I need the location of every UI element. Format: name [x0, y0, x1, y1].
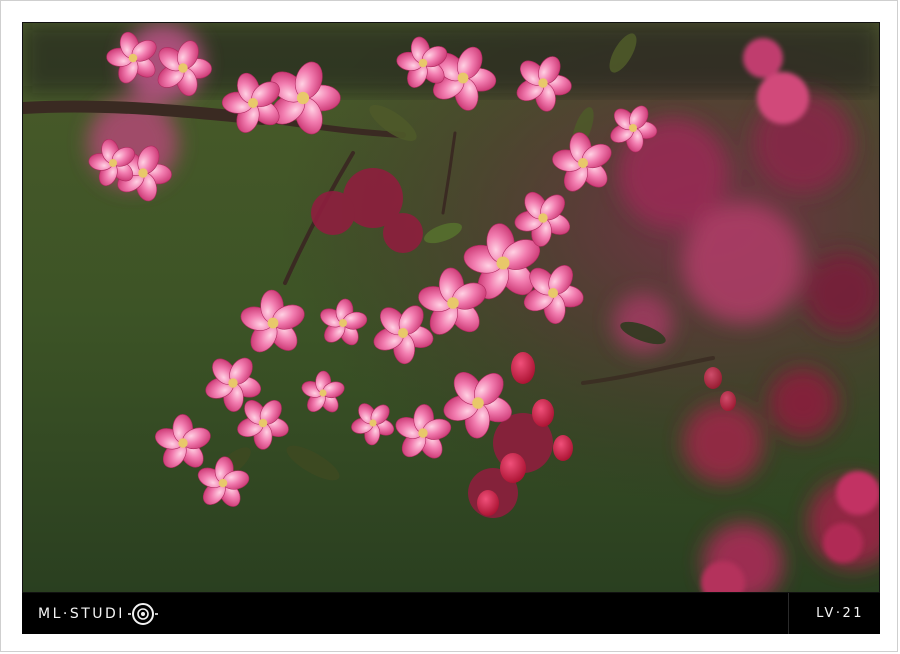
footer-bar: ML·STUDI LV·21 — [22, 593, 880, 634]
stamen — [548, 288, 558, 298]
stamen — [578, 158, 588, 168]
stamen — [496, 256, 510, 270]
stamen — [109, 159, 117, 167]
stamen — [248, 98, 258, 108]
stamen — [629, 124, 637, 132]
stamen — [218, 478, 228, 488]
brand: ML·STUDI — [38, 593, 159, 634]
stamen — [538, 78, 548, 88]
stamen — [447, 297, 459, 309]
photo-frame: ML·STUDI LV·21 — [0, 0, 898, 652]
stamen — [418, 428, 428, 438]
brand-text: ML·STUDI — [38, 605, 125, 622]
stamen — [538, 213, 548, 223]
stamen — [178, 438, 188, 448]
blossom-photo — [22, 22, 880, 593]
image-code: LV·21 — [816, 606, 864, 621]
stamen — [228, 378, 238, 388]
stamen — [267, 317, 279, 329]
stamen — [398, 328, 408, 338]
stamen — [472, 397, 484, 409]
photo-canvas — [23, 23, 879, 592]
camera-lens-icon — [127, 602, 158, 625]
stamen — [457, 72, 469, 84]
stamen — [418, 58, 428, 68]
stamen — [258, 418, 268, 428]
footer-divider — [788, 593, 789, 634]
stamen — [319, 389, 327, 397]
stamen — [178, 63, 188, 73]
stamen — [339, 319, 347, 327]
stamen — [369, 419, 377, 427]
stamen — [138, 168, 148, 178]
stamen — [128, 53, 138, 63]
stamen — [296, 91, 310, 105]
